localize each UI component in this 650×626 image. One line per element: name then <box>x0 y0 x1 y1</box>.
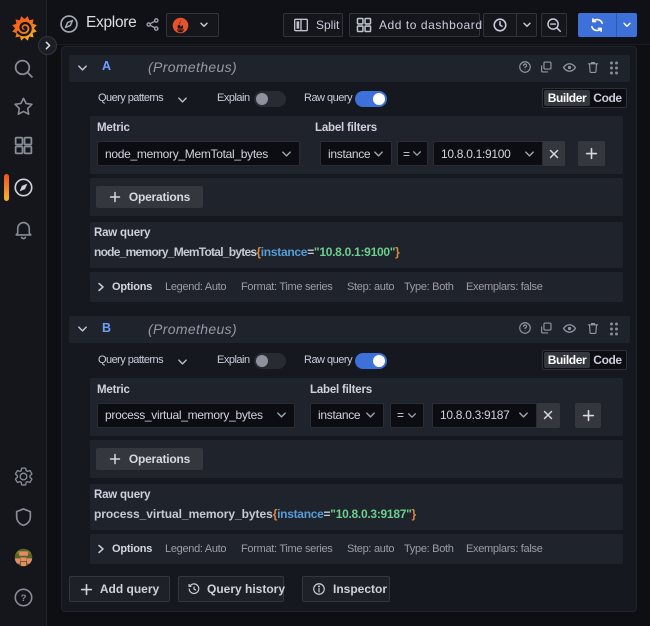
svg-text:?: ? <box>21 593 27 604</box>
